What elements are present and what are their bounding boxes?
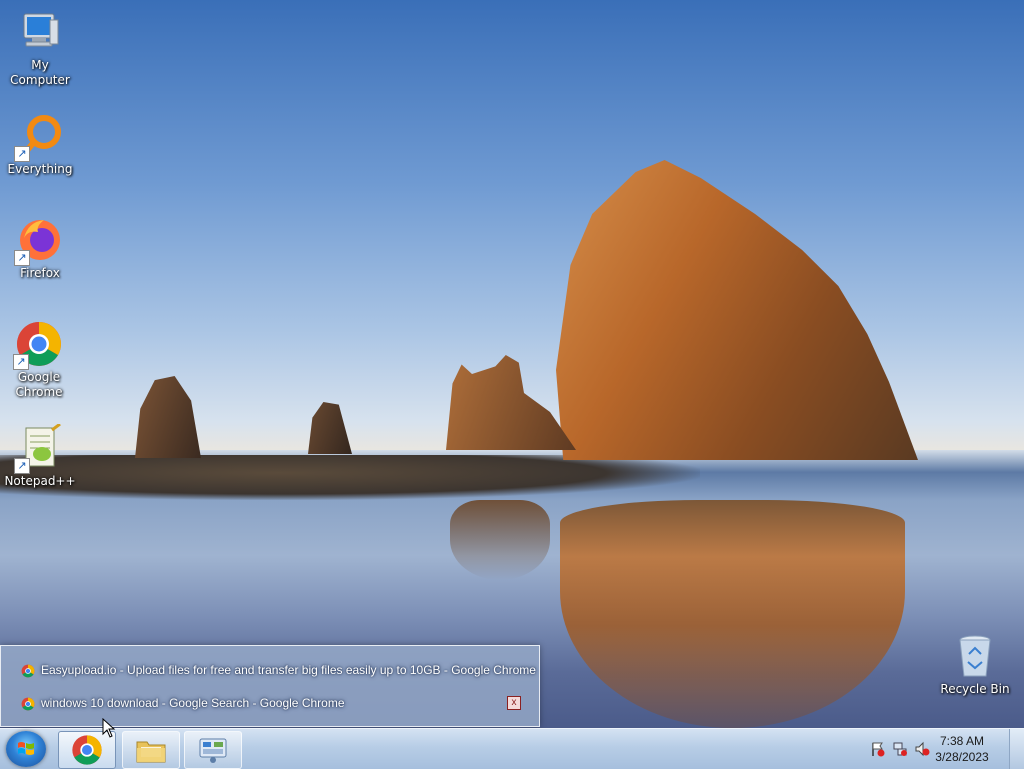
windows-logo-icon (18, 742, 34, 755)
desktop-icon-everything[interactable]: ↗ Everything (0, 112, 80, 177)
desktop-icon-recycle-bin[interactable]: Recycle Bin (935, 632, 1015, 697)
start-button[interactable] (6, 731, 46, 767)
chrome-icon (21, 696, 35, 711)
wallpaper-reflection-small (450, 500, 550, 580)
window-item-label: Easyupload.io - Upload files for free an… (41, 663, 536, 677)
clock-time: 7:38 AM (939, 734, 985, 748)
chrome-icon: ↗ (13, 320, 63, 370)
close-window-button[interactable]: x (507, 696, 521, 710)
taskbar-button-explorer[interactable] (122, 731, 180, 769)
taskbar-button-control-panel[interactable] (184, 731, 242, 769)
notepadpp-icon: ↗ (14, 422, 64, 474)
window-item-label: windows 10 download - Google Search - Go… (41, 696, 345, 710)
clock-date: 3/28/2023 (935, 750, 989, 764)
mouse-cursor-icon (102, 718, 116, 738)
desktop-background: My Computer ↗ Everything ↗ Firefox ↗ Goo… (0, 0, 1024, 728)
computer-icon (16, 8, 64, 56)
wallpaper-haystack-rock (556, 160, 918, 460)
desktop-icon-label: Recycle Bin (940, 682, 1010, 696)
desktop-icon-my-computer[interactable]: My Computer (0, 8, 80, 88)
control-panel-icon (199, 738, 227, 763)
action-center-flag-icon[interactable] (870, 741, 886, 757)
wallpaper-rock (135, 376, 201, 458)
shortcut-arrow-icon: ↗ (14, 146, 30, 162)
desktop-icon-label: Notepad++ (4, 474, 76, 488)
wallpaper-shore (0, 455, 700, 500)
clock[interactable]: 7:38 AM 3/28/2023 (922, 733, 1002, 765)
recycle-bin-icon (951, 632, 999, 680)
taskbar: 7:38 AM 3/28/2023 (0, 728, 1024, 769)
folder-icon (136, 741, 166, 763)
shortcut-arrow-icon: ↗ (14, 250, 30, 266)
taskbar-window-list-popup: Easyupload.io - Upload files for free an… (0, 645, 540, 727)
everything-icon: ↗ (14, 112, 64, 162)
shortcut-arrow-icon: ↗ (14, 458, 30, 474)
desktop-icon-google-chrome[interactable]: ↗ Google Chrome (0, 320, 78, 400)
show-desktop-button[interactable] (1009, 729, 1024, 769)
window-item-easyupload[interactable]: Easyupload.io - Upload files for free an… (15, 659, 536, 681)
network-icon[interactable] (892, 741, 908, 757)
window-item-google-search[interactable]: windows 10 download - Google Search - Go… (15, 692, 535, 714)
desktop-icon-label: Everything (7, 162, 73, 176)
desktop-icon-label: Google Chrome (15, 370, 63, 399)
chrome-icon (21, 663, 35, 678)
desktop-icon-label: Firefox (20, 266, 60, 280)
system-tray: 7:38 AM 3/28/2023 (854, 729, 1024, 769)
desktop-icon-label: My Computer (10, 58, 70, 87)
shortcut-arrow-icon: ↗ (13, 354, 29, 370)
desktop-icon-firefox[interactable]: ↗ Firefox (0, 216, 80, 281)
desktop-icon-notepadpp[interactable]: ↗ Notepad++ (0, 422, 80, 489)
wallpaper-rock (308, 402, 352, 454)
chrome-icon (72, 735, 102, 765)
firefox-icon: ↗ (14, 216, 64, 266)
